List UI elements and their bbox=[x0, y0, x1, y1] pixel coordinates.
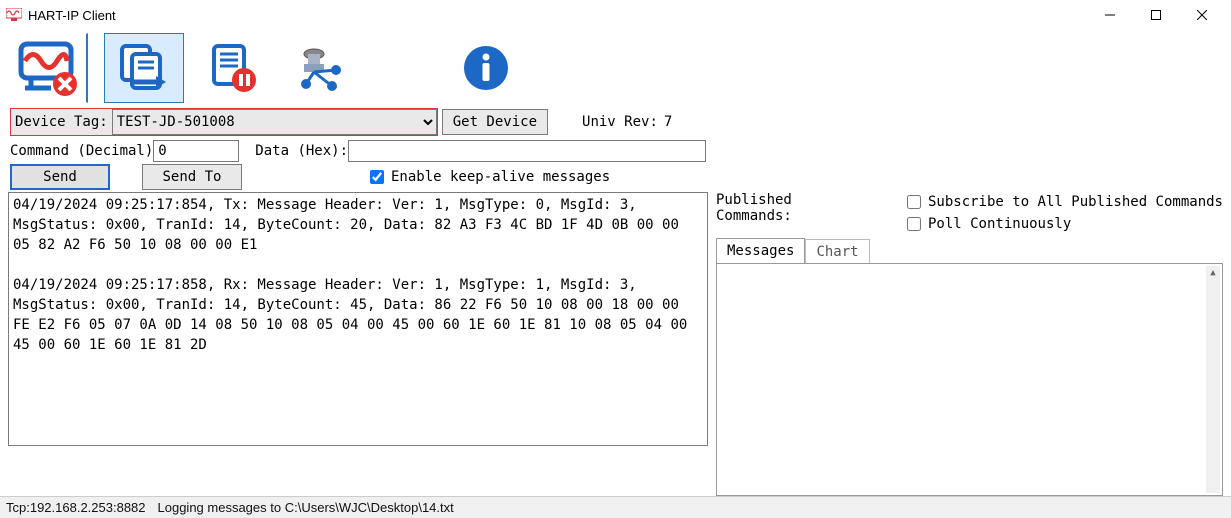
device-tag-select[interactable]: TEST-JD-501008 bbox=[112, 109, 437, 135]
command-input[interactable] bbox=[153, 140, 239, 162]
subscribe-label: Subscribe to All Published Commands bbox=[928, 194, 1223, 210]
log-output[interactable]: 04/19/2024 09:25:17:854, Tx: Message Hea… bbox=[8, 192, 708, 446]
status-tcp: Tcp:192.168.2.253:8882 bbox=[6, 500, 146, 515]
status-logging: Logging messages to C:\Users\WJC\Desktop… bbox=[158, 500, 454, 515]
keepalive-checkbox[interactable] bbox=[370, 170, 384, 184]
pause-log-button[interactable] bbox=[192, 33, 272, 103]
disconnect-button[interactable] bbox=[8, 33, 88, 103]
data-input[interactable] bbox=[348, 140, 706, 162]
device-tag-group: Device Tag: TEST-JD-501008 bbox=[10, 108, 438, 136]
subscribe-checkbox[interactable] bbox=[907, 195, 921, 209]
published-commands-label: Published Commands: bbox=[716, 192, 863, 234]
keepalive-checkbox-wrap[interactable]: Enable keep-alive messages bbox=[366, 167, 610, 187]
tab-chart[interactable]: Chart bbox=[805, 239, 869, 264]
minimize-button[interactable] bbox=[1087, 0, 1133, 30]
send-to-button[interactable]: Send To bbox=[142, 164, 242, 190]
command-label: Command (Decimal) bbox=[10, 143, 153, 159]
univ-rev-value: 7 bbox=[664, 114, 672, 130]
maximize-button[interactable] bbox=[1133, 0, 1179, 30]
keepalive-label: Enable keep-alive messages bbox=[391, 169, 610, 185]
tab-messages[interactable]: Messages bbox=[716, 238, 805, 263]
title-bar: HART-IP Client bbox=[0, 0, 1231, 30]
app-icon bbox=[6, 8, 22, 22]
status-bar: Tcp:192.168.2.253:8882 Logging messages … bbox=[0, 496, 1231, 518]
close-button[interactable] bbox=[1179, 0, 1225, 30]
published-messages-panel: ▲ bbox=[716, 263, 1223, 496]
network-button[interactable] bbox=[280, 33, 360, 103]
toolbar bbox=[0, 30, 1231, 106]
get-device-button[interactable]: Get Device bbox=[442, 109, 548, 135]
poll-checkbox[interactable] bbox=[907, 217, 921, 231]
device-tag-label: Device Tag: bbox=[11, 110, 112, 134]
scroll-up-icon[interactable]: ▲ bbox=[1210, 266, 1215, 280]
scrollbar[interactable]: ▲ bbox=[1206, 266, 1220, 493]
data-label: Data (Hex): bbox=[255, 143, 348, 159]
window-controls bbox=[1087, 0, 1225, 30]
form-area: Device Tag: TEST-JD-501008 Get Device Un… bbox=[0, 106, 1231, 192]
window-title: HART-IP Client bbox=[28, 8, 116, 23]
copy-forward-button[interactable] bbox=[104, 33, 184, 103]
poll-label: Poll Continuously bbox=[928, 216, 1071, 232]
published-tabs: Messages Chart bbox=[716, 238, 1223, 263]
send-button[interactable]: Send bbox=[10, 164, 110, 190]
poll-checkbox-wrap[interactable]: Poll Continuously bbox=[903, 214, 1223, 234]
univ-rev-label: Univ Rev: bbox=[582, 114, 658, 130]
about-button[interactable] bbox=[446, 33, 526, 103]
subscribe-checkbox-wrap[interactable]: Subscribe to All Published Commands bbox=[903, 192, 1223, 212]
